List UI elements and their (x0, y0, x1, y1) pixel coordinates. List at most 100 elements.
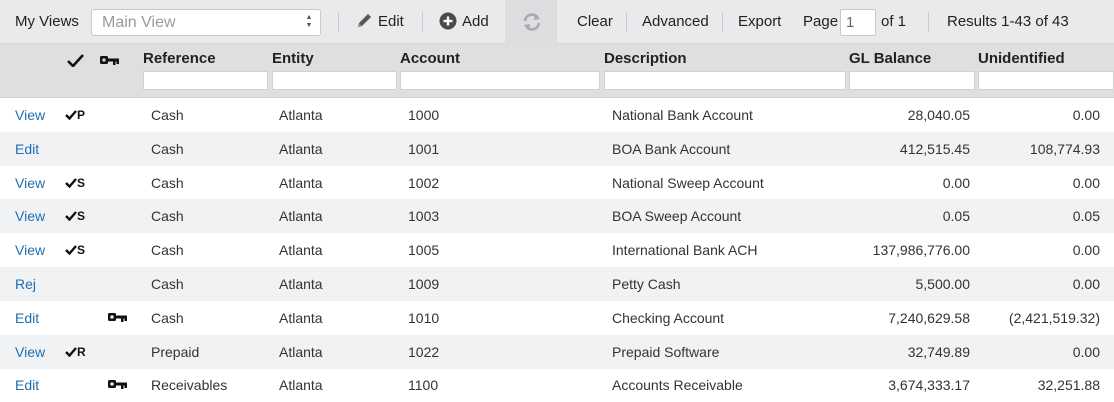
toolbar-divider (928, 12, 929, 32)
cell-unidentified: 108,774.93 (1029, 140, 1100, 157)
filter-input-entity[interactable] (272, 71, 397, 90)
add-button[interactable]: Add (439, 0, 489, 44)
row-action-link[interactable]: View (15, 166, 45, 200)
filter-input-unidentified[interactable] (978, 71, 1114, 90)
column-header-unidentified[interactable]: Unidentified (978, 50, 1065, 67)
cell-description: International Bank ACH (612, 242, 758, 259)
cell-unidentified: 0.00 (1072, 343, 1100, 360)
page-number-input[interactable]: 1 (840, 9, 876, 36)
page-number-value: 1 (846, 14, 855, 31)
cell-unidentified: 0.00 (1072, 242, 1100, 259)
cell-account: 1010 (408, 309, 440, 326)
pencil-icon (358, 14, 371, 27)
toolbar-divider (722, 12, 723, 32)
table-row[interactable]: View S Cash Atlanta 1005 International B… (0, 233, 1114, 267)
checkmark-icon (65, 177, 77, 188)
table-header: Reference Entity Account Description GL … (0, 44, 1114, 98)
column-header-reference[interactable]: Reference (143, 50, 216, 67)
row-action-link[interactable]: Edit (15, 368, 39, 402)
table-row[interactable]: View S Cash Atlanta 1002 National Sweep … (0, 166, 1114, 200)
status-flag: R (65, 335, 86, 369)
edit-button-label: Edit (378, 13, 404, 30)
table-row[interactable]: Edit Cash Atlanta 1001 BOA Bank Account … (0, 131, 1114, 166)
filter-input-description[interactable] (604, 71, 846, 90)
cell-entity: Atlanta (279, 377, 323, 394)
filter-input-reference[interactable] (143, 71, 268, 90)
cell-account: 1005 (408, 242, 440, 259)
cell-description: Checking Account (612, 309, 725, 326)
row-action-link[interactable]: View (15, 199, 45, 233)
cell-reference: Receivables (151, 377, 228, 394)
checkmark-icon (65, 110, 77, 121)
cell-account: 1001 (408, 140, 440, 157)
edit-button[interactable]: Edit (356, 0, 404, 44)
status-flag-letter: R (77, 344, 86, 359)
results-count: Results 1-43 of 43 (947, 13, 1069, 30)
row-action-link[interactable]: Edit (15, 301, 39, 335)
cell-unidentified: 32,251.88 (1037, 377, 1100, 394)
key-icon (108, 380, 127, 390)
row-action-link[interactable]: View (15, 233, 45, 267)
status-flag: P (65, 98, 85, 132)
cell-reference: Cash (151, 309, 184, 326)
row-action-link[interactable]: View (15, 335, 45, 369)
status-flag: S (65, 166, 85, 200)
table-row[interactable]: Rej Cash Atlanta 1009 Petty Cash 5,500.0… (0, 267, 1114, 301)
view-select[interactable]: Main View ▲ ▼ (91, 9, 321, 36)
cell-gl-balance: 137,986,776.00 (872, 242, 970, 259)
select-arrows-icon: ▲ ▼ (305, 14, 313, 29)
checkmark-icon[interactable] (67, 54, 84, 67)
table-row[interactable]: View S Cash Atlanta 1003 BOA Sweep Accou… (0, 199, 1114, 234)
status-flag-letter: P (77, 108, 86, 122)
column-header-description[interactable]: Description (604, 50, 687, 67)
cell-unidentified: 0.00 (1072, 174, 1100, 191)
cell-entity: Atlanta (279, 309, 323, 326)
view-select-value: Main View (102, 14, 176, 31)
cell-description: Petty Cash (612, 276, 681, 292)
cell-gl-balance: 32,749.89 (907, 343, 970, 360)
row-action-link[interactable]: Rej (15, 267, 36, 301)
cell-entity: Atlanta (279, 276, 323, 292)
status-flag: S (65, 199, 85, 233)
checkmark-icon (65, 211, 77, 222)
cell-reference: Cash (151, 276, 184, 292)
cell-entity: Atlanta (279, 174, 323, 191)
cell-account: 1002 (408, 174, 440, 191)
cell-gl-balance: 0.00 (942, 174, 970, 191)
cell-gl-balance: 412,515.45 (899, 140, 970, 157)
cell-entity: Atlanta (279, 140, 323, 157)
export-button[interactable]: Export (738, 0, 781, 44)
cell-entity: Atlanta (279, 343, 323, 360)
cell-reference: Cash (151, 107, 184, 123)
cell-description: National Bank Account (612, 107, 753, 123)
cell-reference: Cash (151, 242, 184, 259)
cell-unidentified: (2,421,519.32) (1008, 309, 1100, 326)
table-row[interactable]: Edit Receivables Atlanta 1100 Accounts R… (0, 368, 1114, 402)
key-icon[interactable] (100, 56, 119, 65)
advanced-button[interactable]: Advanced (642, 0, 709, 44)
column-header-account[interactable]: Account (400, 50, 460, 67)
cell-description: National Sweep Account (612, 174, 764, 191)
filter-input-gl-balance[interactable] (849, 71, 975, 90)
cell-entity: Atlanta (279, 242, 323, 259)
cell-description: Accounts Receivable (612, 377, 743, 394)
cell-unidentified: 0.00 (1072, 107, 1100, 123)
column-header-entity[interactable]: Entity (272, 50, 314, 67)
table-row[interactable]: Edit Cash Atlanta 1010 Checking Account … (0, 301, 1114, 335)
cell-reference: Prepaid (151, 343, 200, 360)
table-row[interactable]: View R Prepaid Atlanta 1022 Prepaid Soft… (0, 334, 1114, 369)
filter-input-account[interactable] (400, 71, 600, 90)
cell-account: 1000 (408, 107, 440, 123)
clear-button[interactable]: Clear (577, 0, 613, 44)
refresh-button[interactable] (505, 0, 557, 44)
cell-gl-balance: 3,674,333.17 (888, 377, 970, 394)
column-header-gl-balance[interactable]: GL Balance (849, 50, 931, 67)
table-row[interactable]: View P Cash Atlanta 1000 National Bank A… (0, 98, 1114, 132)
cell-unidentified: 0.05 (1072, 208, 1100, 225)
row-action-link[interactable]: Edit (15, 132, 39, 166)
row-action-link[interactable]: View (15, 98, 45, 132)
plus-circle-icon (439, 12, 457, 30)
status-flag-letter: S (77, 243, 86, 258)
status-flag-letter: S (77, 175, 86, 190)
toolbar-divider (626, 12, 627, 32)
